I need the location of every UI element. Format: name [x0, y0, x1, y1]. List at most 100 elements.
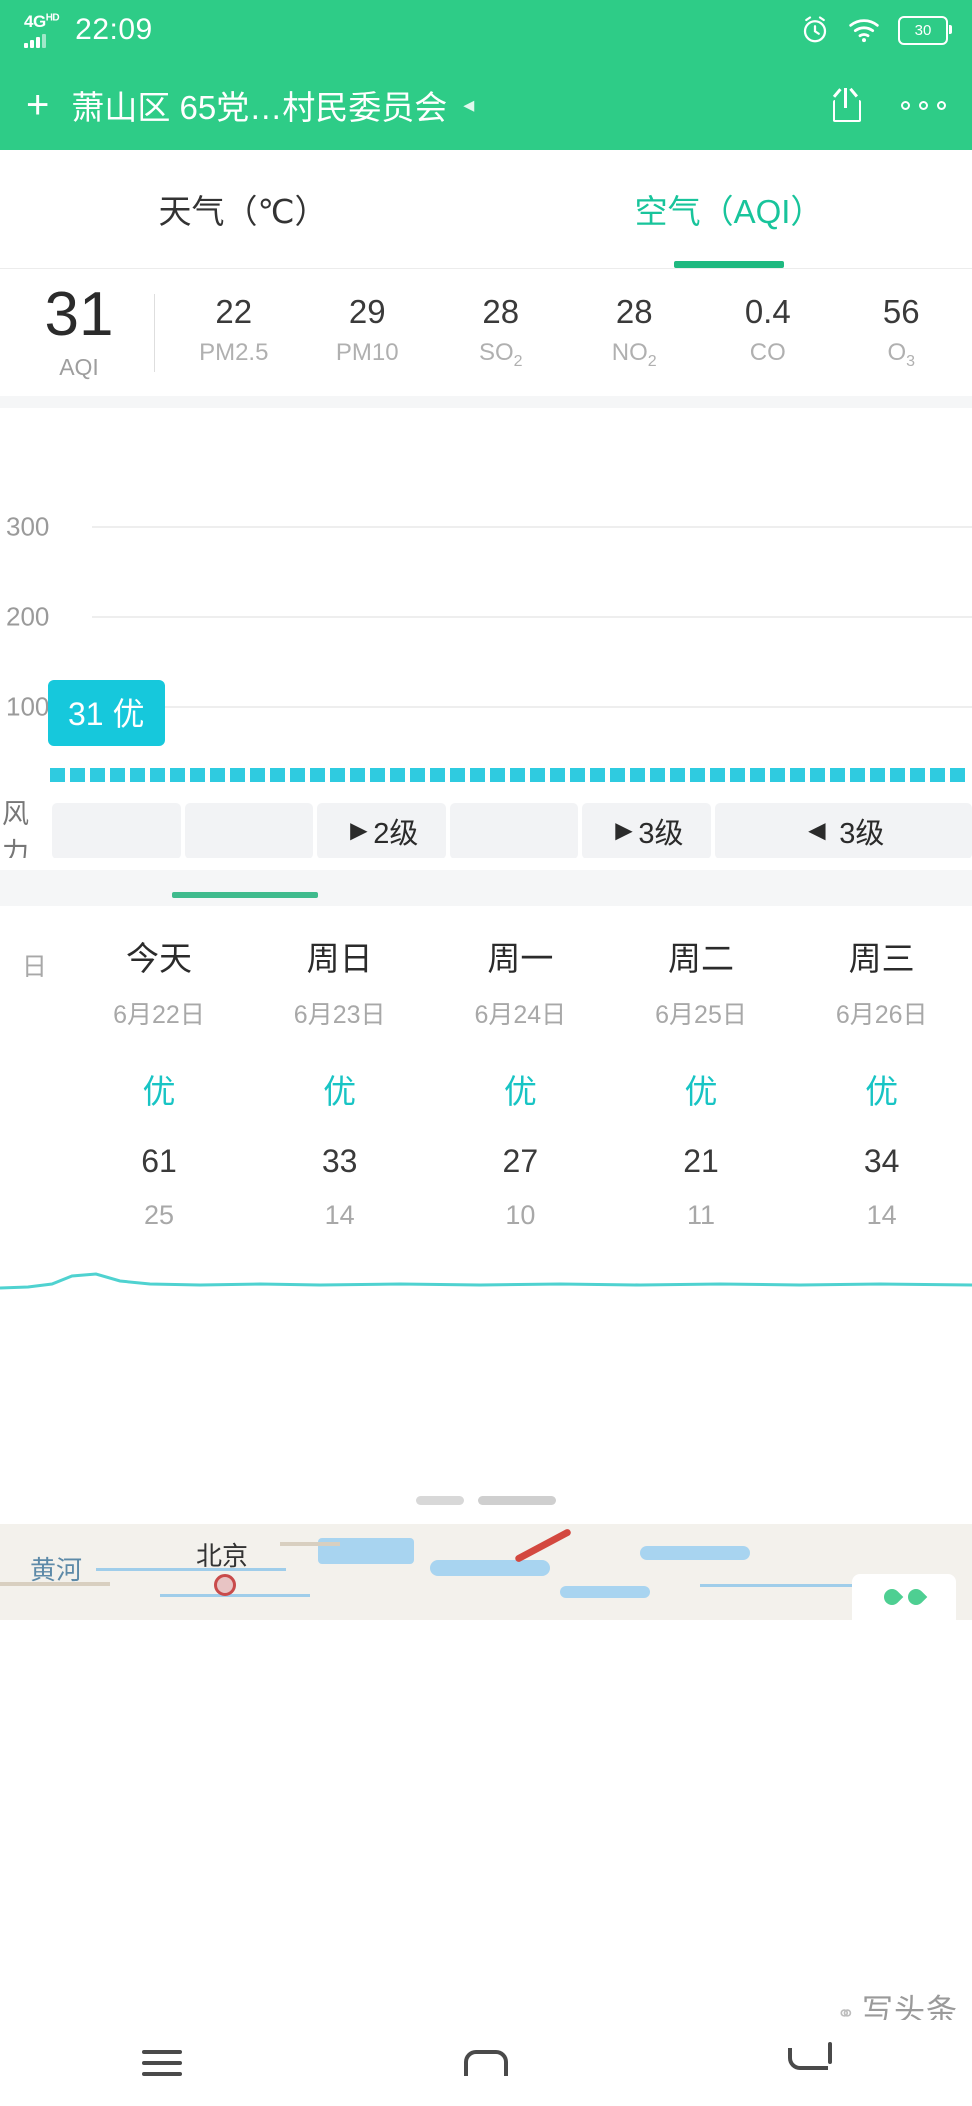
pollutant-label-text: PM2.5 [199, 338, 269, 366]
day-high: 21 [683, 1143, 719, 1179]
tab-active-indicator [674, 261, 784, 268]
pollutant-pm10: 29 PM10 [301, 295, 435, 371]
cellular-signal-icon: 4GHD [24, 11, 60, 48]
day-high: 61 [141, 1143, 177, 1179]
pollutant-value: 28 [482, 292, 520, 330]
back-icon [788, 2042, 832, 2078]
wind-direction-icon: ► [609, 814, 639, 847]
pollutant-value: 56 [882, 292, 920, 330]
day-high: 27 [502, 1143, 539, 1179]
day-level: 优 [503, 1073, 537, 1110]
day-name: 周三 [848, 940, 915, 977]
day-date: 日 [21, 953, 47, 981]
share-icon[interactable] [833, 88, 863, 122]
y-tick-100: 100 [6, 691, 50, 722]
day-date: 6月25日 [655, 1001, 747, 1029]
app-bar: + 萧山区 65党…村民委员会 ◂ [0, 60, 972, 150]
aqi-series-dashes [50, 768, 972, 782]
tab-air-quality[interactable]: 空气（AQI） [486, 150, 972, 268]
wind-cell: ► 3级 [582, 803, 711, 858]
pollutant-label-text: SO [478, 338, 514, 366]
daily-column-monday[interactable]: 周一 6月24日 优 27 10 [430, 932, 611, 1231]
daily-column-wednesday[interactable]: 周三 6月26日 优 34 14 [791, 932, 972, 1231]
summary-divider [154, 293, 155, 372]
aqi-label: AQI [59, 354, 99, 380]
battery-percent-label: 30 [914, 21, 932, 39]
pollutant-co: 0.4 CO [701, 295, 835, 371]
nav-home-button[interactable] [324, 2050, 648, 2076]
app-bar-actions [833, 88, 946, 122]
tab-weather[interactable]: 天气（℃） [0, 150, 486, 268]
daily-column-partial[interactable]: 日 [0, 932, 69, 1231]
map-city-dot [214, 1574, 236, 1596]
aqi-main-value-block: 31 AQI [4, 284, 154, 381]
daily-column-sunday[interactable]: 周日 6月23日 优 33 14 [249, 932, 430, 1231]
day-name: 周二 [668, 940, 734, 977]
y-tick-300: 300 [6, 511, 50, 542]
wind-cell [52, 803, 181, 858]
tab-weather-label: 天气（℃） [158, 193, 328, 230]
pollutant-label-text: PM10 [335, 338, 399, 366]
day-date: 6月23日 [293, 1001, 386, 1029]
page-indicator [0, 1496, 972, 1505]
pollutant-label-sub: 2 [513, 352, 523, 370]
main-tabs: 天气（℃） 空气（AQI） [0, 150, 972, 269]
pollutant-so2: 28 SO2 [434, 295, 568, 371]
pollutant-label-sub: 2 [647, 352, 657, 370]
network-type-label: 4G [24, 11, 46, 31]
add-city-icon[interactable]: + [26, 85, 49, 125]
day-name: 今天 [125, 940, 192, 977]
daily-column-today[interactable]: 今天 6月22日 优 61 25 [69, 932, 250, 1231]
map-aqi-chip[interactable] [852, 1574, 956, 1620]
home-icon [464, 2050, 508, 2076]
page-dot-active[interactable] [478, 1496, 556, 1505]
aqi-value: 31 [44, 280, 114, 349]
hourly-aqi-chart[interactable]: 300 200 100 31 优 风力 ► 2级 ► 3级 ◄ 3级 [0, 408, 972, 858]
page-dot[interactable] [416, 1496, 464, 1505]
daily-scroll-track[interactable] [0, 870, 972, 906]
day-level: 优 [142, 1073, 176, 1110]
pollutant-value: 22 [215, 292, 253, 330]
status-bar-clock: 22:09 [75, 13, 153, 46]
wind-cell [449, 803, 579, 858]
pollutant-label-sub: 3 [906, 352, 916, 370]
day-name: 周一 [487, 940, 554, 977]
pollutant-label-text: O [887, 338, 907, 366]
nav-recents-button[interactable] [0, 2043, 324, 2083]
status-bar: 4GHD 22:09 30 [0, 0, 972, 60]
daily-forecast-card[interactable]: 日 今天 6月22日 优 61 25 周日 6月23日 优 33 14 周一 6… [0, 870, 972, 1390]
day-level: 优 [323, 1073, 357, 1110]
day-low: 14 [866, 1200, 897, 1230]
day-high: 34 [863, 1143, 900, 1179]
weather-map-preview[interactable]: 黄河 北京 [0, 1524, 972, 1620]
more-options-icon[interactable] [901, 100, 946, 110]
daily-column-tuesday[interactable]: 周二 6月25日 优 21 11 [611, 932, 792, 1231]
day-name: 周日 [306, 940, 373, 977]
wifi-icon [849, 19, 879, 43]
day-level: 优 [865, 1073, 899, 1110]
pollutant-value: 28 [615, 292, 653, 330]
map-city-label: 北京 [196, 1541, 249, 1571]
day-date: 6月22日 [113, 1001, 205, 1029]
pollutant-label: SO2 [434, 339, 568, 371]
wind-cell [184, 803, 314, 858]
pollutant-value: 0.4 [744, 292, 791, 330]
wind-level-label: 2级 [373, 818, 419, 850]
signal-bars-icon [24, 32, 46, 48]
pollutant-value: 29 [348, 292, 386, 330]
day-low: 14 [324, 1200, 355, 1230]
pollutant-label: CO [701, 339, 835, 367]
nav-back-button[interactable] [648, 2042, 972, 2078]
day-date: 6月24日 [474, 1001, 567, 1029]
menu-icon [142, 2043, 182, 2083]
pollutant-label: PM2.5 [167, 339, 301, 367]
tab-air-quality-label: 空气（AQI） [634, 193, 824, 230]
battery-icon: 30 [898, 15, 952, 45]
pollutant-no2: 28 NO2 [568, 295, 702, 371]
wind-row-label: 风力 [2, 799, 29, 858]
day-level: 优 [684, 1073, 718, 1110]
pollutant-label: NO2 [568, 339, 702, 371]
pollutant-label: PM10 [301, 339, 435, 367]
aqi-summary-row: 31 AQI 22 PM2.5 29 PM10 28 SO2 28 NO2 0.… [0, 269, 972, 396]
wind-level-label: 3级 [839, 818, 885, 850]
